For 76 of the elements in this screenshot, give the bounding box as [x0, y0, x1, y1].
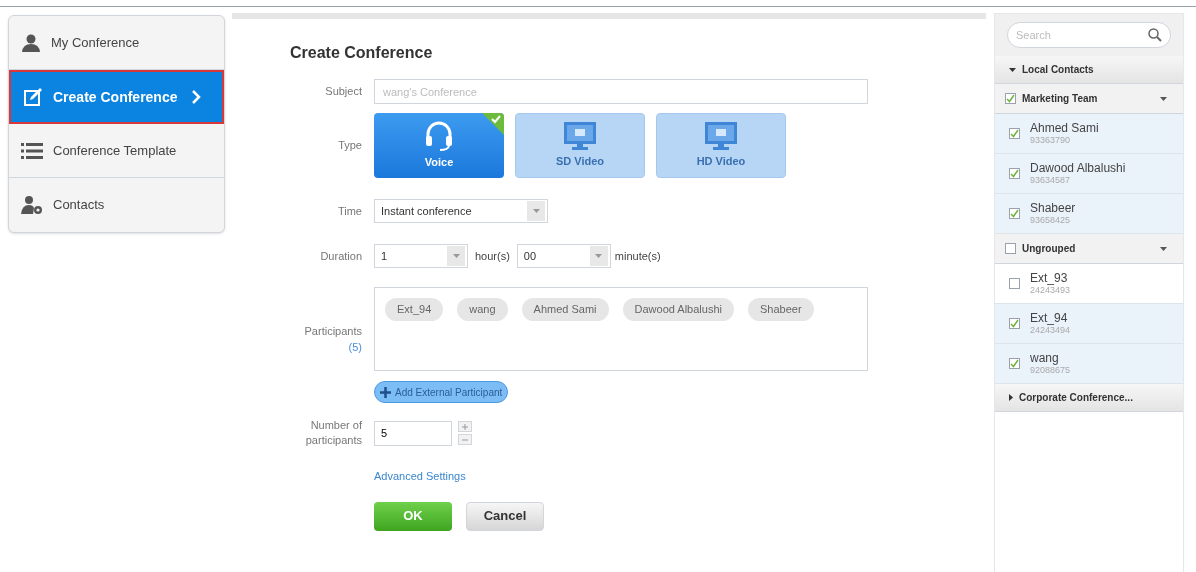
contact-number: 24243494	[1030, 324, 1071, 336]
number-field[interactable]: 5	[374, 420, 452, 446]
headset-icon	[424, 120, 454, 153]
section-header[interactable]: Local Contacts	[995, 56, 1183, 84]
contact-number: 92088675	[1030, 364, 1071, 376]
checkbox[interactable]	[1009, 208, 1020, 219]
checkbox[interactable]	[1009, 128, 1020, 139]
caret-down-icon	[1160, 246, 1167, 251]
unit-label: minute(s)	[614, 248, 661, 264]
contact-number: 93658425	[1030, 213, 1072, 226]
contact-row[interactable]: Ahmed Sami 93363790	[995, 114, 1183, 154]
caret-down-icon	[1160, 96, 1167, 101]
field-label: Subject	[325, 84, 362, 100]
participant-chip[interactable]: Ahmed Sami	[521, 298, 609, 321]
increment-button[interactable]	[458, 421, 472, 432]
time-select[interactable]: Instant conference	[374, 199, 548, 223]
hours-select[interactable]: 1	[374, 244, 468, 268]
group-header[interactable]: Marketing Team	[995, 84, 1183, 114]
participant-chip[interactable]: Shabeer	[748, 298, 814, 321]
unit-label: hour(s)	[475, 248, 510, 264]
participant-chip[interactable]: Ext_94	[385, 298, 444, 321]
contact-name: Ahmed Sami	[1030, 121, 1099, 134]
checkbox[interactable]	[1009, 318, 1020, 329]
contact-row[interactable]: Dawood Albalushi 93634587	[995, 154, 1183, 194]
contact-name: Ext_94	[1030, 311, 1069, 324]
type-option[interactable]: Voice	[374, 113, 504, 178]
checkbox[interactable]	[1005, 93, 1016, 104]
contact-name: Shabeer	[1030, 201, 1076, 214]
field-label: Time	[337, 203, 362, 219]
monitor-icon	[563, 121, 597, 152]
check-icon	[482, 113, 504, 135]
participant-count: (5)	[348, 340, 362, 355]
contact-number: 24243493	[1030, 284, 1071, 296]
contact-name: Ext_93	[1030, 271, 1069, 284]
search-icon	[1148, 28, 1162, 42]
subject-field[interactable]: wang's Conference	[374, 79, 868, 104]
contacts-gear-icon	[21, 195, 43, 215]
contact-row[interactable]: Shabeer 93658425	[995, 194, 1183, 234]
nav-item[interactable]: Conference Template	[9, 124, 224, 178]
list-icon	[21, 141, 43, 160]
plus-icon	[380, 386, 391, 398]
contact-number: 93363790	[1030, 133, 1072, 146]
plus-icon	[462, 423, 468, 430]
minutes-select[interactable]: 00	[516, 244, 611, 268]
section-header[interactable]: Corporate Conference...	[995, 384, 1183, 412]
search-field[interactable]: Search	[1007, 22, 1171, 48]
checkbox[interactable]	[1005, 243, 1016, 254]
group-header[interactable]: Ungrouped	[995, 234, 1183, 264]
field-label: Duration	[320, 248, 362, 264]
edit-icon	[23, 87, 43, 107]
field-label: Type	[338, 138, 362, 154]
caret-down-icon	[1009, 67, 1016, 72]
field-label: Participants	[304, 323, 362, 339]
minus-icon	[462, 438, 468, 441]
field-label: Number of participants	[304, 418, 362, 448]
contact-row[interactable]: wang 92088675	[995, 344, 1183, 384]
checkbox[interactable]	[1009, 168, 1020, 179]
checkbox[interactable]	[1009, 358, 1020, 369]
decrement-button[interactable]	[458, 434, 472, 445]
nav-item[interactable]: Create Conference	[9, 70, 224, 124]
add-participant-button[interactable]: Add External Participant	[374, 381, 509, 403]
contact-number: 93634587	[1030, 173, 1072, 186]
nav-item[interactable]: Contacts	[9, 178, 224, 232]
contact-name: wang	[1030, 351, 1060, 364]
contact-row[interactable]: Ext_94 24243494	[995, 304, 1183, 344]
participant-chip[interactable]: Dawood Albalushi	[622, 298, 734, 321]
chevron-icon	[191, 90, 201, 104]
cancel-button[interactable]: Cancel	[466, 501, 544, 531]
monitor-icon	[704, 121, 738, 152]
contact-name: Dawood Albalushi	[1030, 161, 1126, 174]
person-icon	[21, 32, 41, 53]
page-title: Create Conference	[290, 43, 434, 63]
checkbox[interactable]	[1009, 278, 1020, 289]
caret-right-icon	[1009, 394, 1013, 401]
participant-chip[interactable]: wang	[457, 298, 508, 321]
advanced-settings-link[interactable]: Advanced Settings	[374, 468, 466, 485]
